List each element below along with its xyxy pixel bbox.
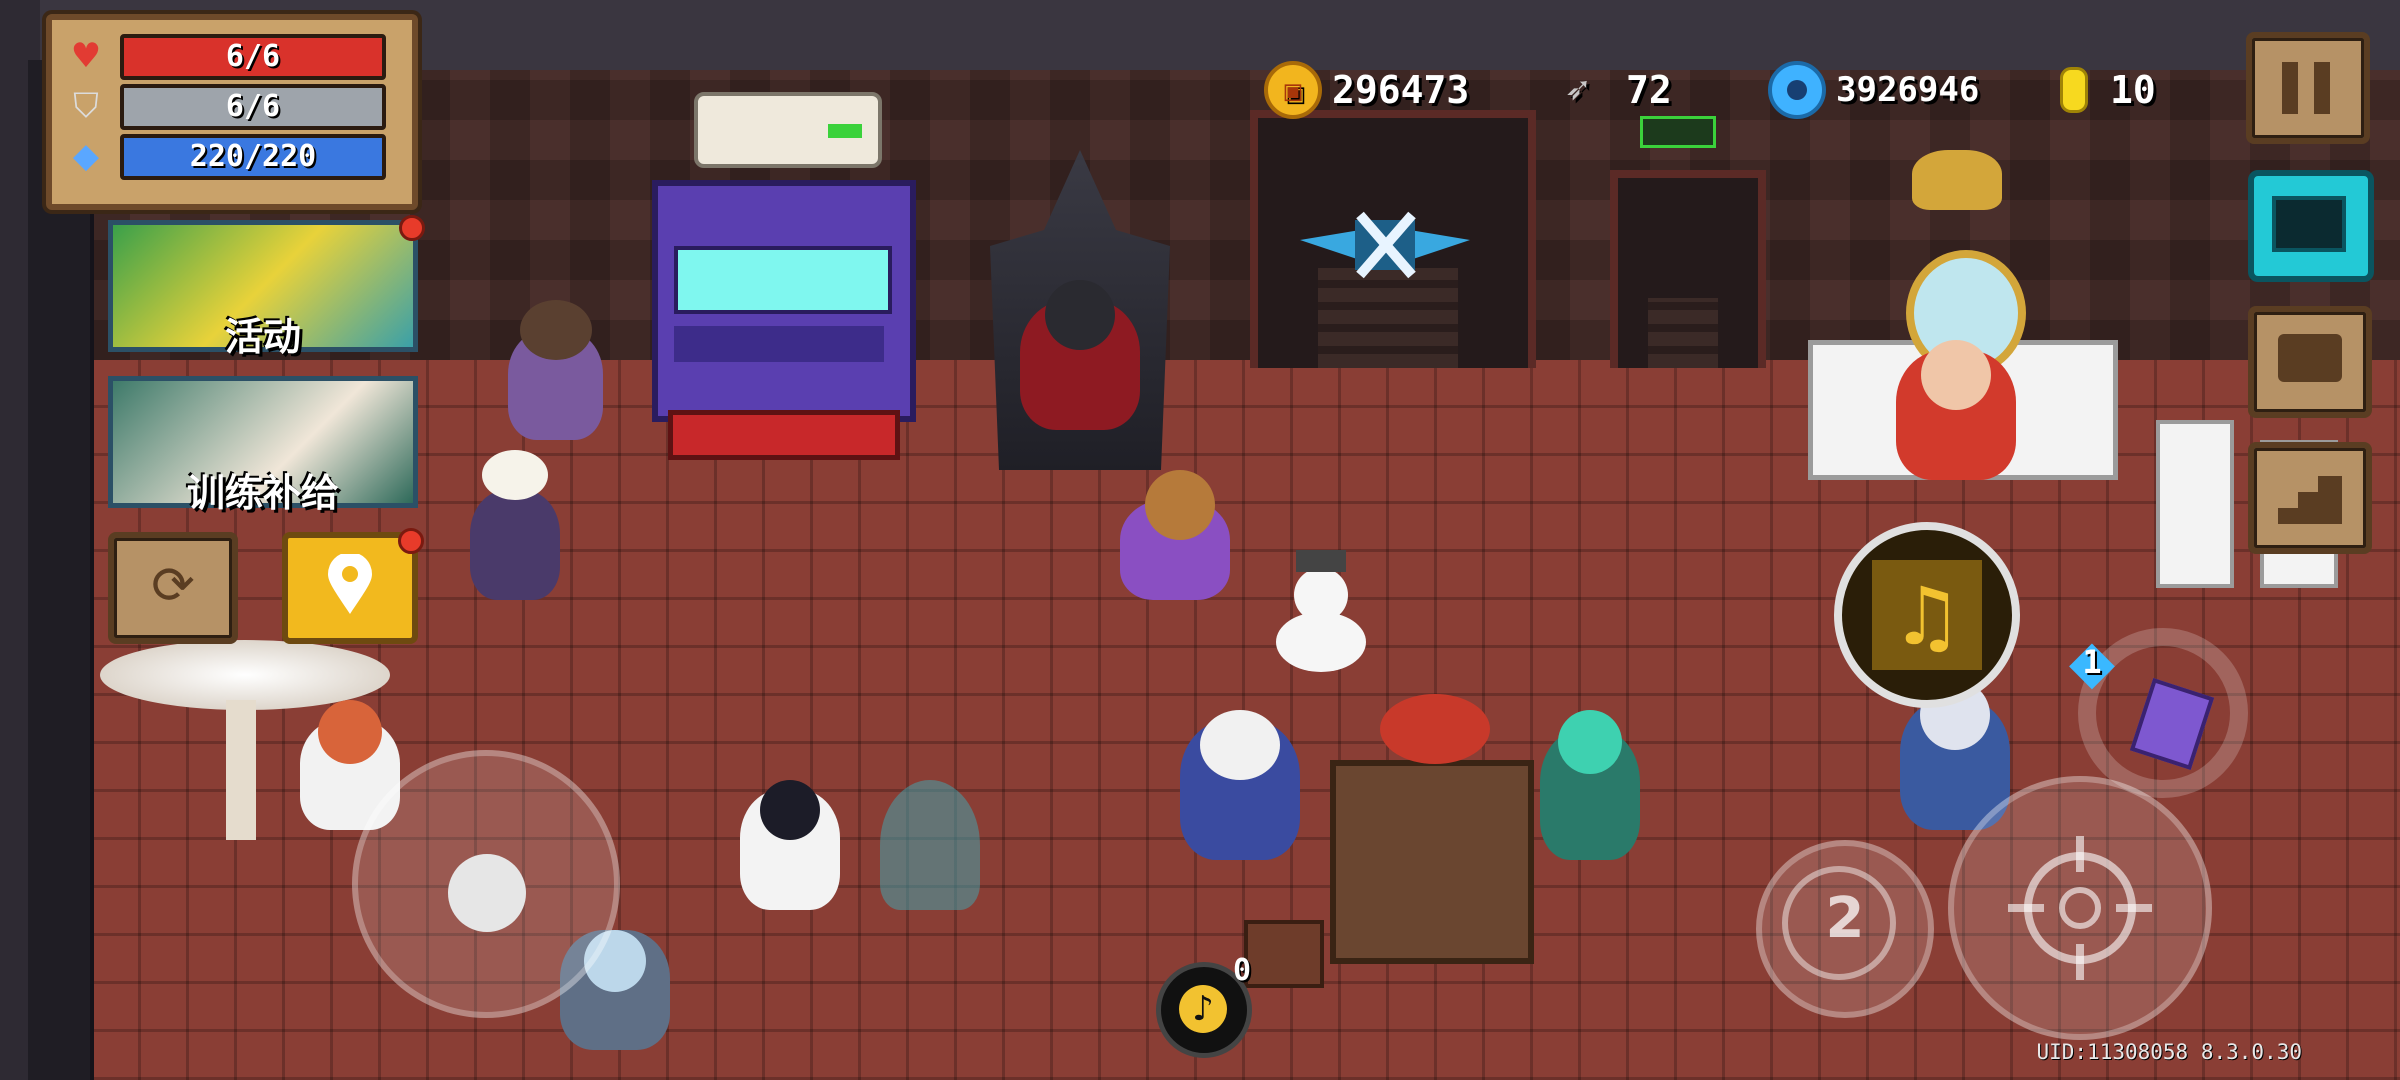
card-icon — [2129, 677, 2215, 771]
location-button[interactable] — [282, 528, 424, 644]
token-counter: 10 — [2060, 60, 2156, 120]
gem-icon — [1768, 61, 1826, 119]
pause-button[interactable] — [2246, 32, 2370, 144]
detective-character[interactable] — [508, 300, 603, 440]
training-label: 训练补给 — [186, 471, 339, 515]
gold-value: 296473 — [1332, 68, 1470, 112]
sack — [1380, 694, 1490, 764]
back-wall — [90, 70, 2400, 360]
profile-card-icon — [2278, 334, 2342, 382]
crossed-swords-emblem — [1300, 211, 1470, 279]
event-banner-button[interactable]: 活动 — [108, 215, 425, 359]
monitor-icon — [2272, 196, 2346, 252]
training-supply-button[interactable]: 训练补给 — [108, 376, 418, 515]
event-label: 活动 — [224, 315, 301, 359]
totem-pole — [226, 700, 256, 840]
gem-value: 3926946 — [1836, 70, 1980, 110]
joystick-knob[interactable] — [448, 854, 526, 932]
skill-count: 1 — [2082, 643, 2102, 681]
notification-dot — [399, 215, 425, 241]
location-pin-icon — [328, 554, 372, 614]
stairs-icon — [2278, 476, 2342, 524]
fish-value: 72 — [1626, 68, 1672, 112]
movement-joystick[interactable] — [352, 750, 620, 1018]
green-hair-character[interactable] — [1540, 710, 1640, 860]
skill-button[interactable]: 2 — [1756, 840, 1934, 1018]
pause-icon — [2282, 62, 2298, 114]
music-note-icon: ♪ — [1179, 985, 1227, 1033]
fish-counter: ➶ 72 — [1552, 60, 1672, 120]
fish-icon: ➶ — [1564, 67, 1590, 113]
red-bench — [668, 410, 900, 460]
token-icon — [2060, 67, 2088, 113]
refresh-button[interactable]: ⟳ — [108, 532, 238, 644]
token-value: 10 — [2110, 68, 2156, 112]
monitor-button[interactable] — [2248, 170, 2374, 282]
white-robe-character[interactable] — [740, 780, 840, 910]
status-panel: ♥ 6/6 ⛉ 6/6 ◆ 220/220 — [46, 14, 418, 210]
music-note-icon: ♫ — [1891, 570, 1963, 663]
snowman[interactable] — [1276, 550, 1366, 672]
profile-card-button[interactable] — [2248, 306, 2372, 418]
armor-bar: 6/6 — [120, 84, 386, 130]
music-counter-button[interactable]: ♪ 0 — [1156, 953, 1252, 1058]
gold-counter: ▣ 296473 — [1264, 60, 1469, 120]
throne-character[interactable] — [1020, 280, 1140, 430]
uid-label: UID:11308058 8.3.0.30 — [2036, 1040, 2302, 1064]
skill-charges: 2 — [1825, 886, 1865, 951]
arcade-machine[interactable] — [652, 180, 916, 422]
side-doorway — [1610, 170, 1766, 368]
music-count: 0 — [1232, 953, 1251, 988]
game-board[interactable] — [1330, 760, 1534, 964]
refresh-icon: ⟳ — [151, 556, 195, 616]
diamond-icon: ◆ — [72, 136, 100, 176]
attack-button[interactable] — [1948, 776, 2212, 1040]
notification-dot — [398, 528, 424, 554]
arcade-screen — [674, 246, 892, 314]
music-skill-button[interactable]: ♫ — [1834, 522, 2020, 708]
heart-icon: ♥ — [70, 36, 102, 76]
hp-bar: 6/6 — [120, 34, 386, 80]
white-pillar — [2156, 420, 2234, 588]
shield-icon: ⛉ — [73, 86, 99, 126]
chef-character[interactable] — [470, 450, 560, 600]
red-hair-character[interactable] — [1896, 340, 2016, 480]
exit-sign — [1640, 116, 1716, 148]
ac-display — [828, 124, 862, 138]
small-crate — [1244, 920, 1324, 988]
left-wall — [28, 60, 94, 1080]
gem-counter: 3926946 — [1768, 60, 1979, 120]
gold-coin-icon: ▣ — [1264, 61, 1322, 119]
white-hair-character[interactable] — [1180, 710, 1300, 860]
golden-ornament — [1912, 150, 2002, 210]
ghost-lamp — [880, 780, 980, 910]
air-conditioner — [694, 92, 882, 168]
energy-bar: 220/220 — [120, 134, 386, 180]
stairs-button[interactable] — [2248, 442, 2372, 554]
arcade-controls — [674, 326, 884, 362]
stairs — [1648, 298, 1718, 368]
player-character[interactable] — [1120, 470, 1230, 600]
crosshair-icon — [2008, 836, 2152, 980]
